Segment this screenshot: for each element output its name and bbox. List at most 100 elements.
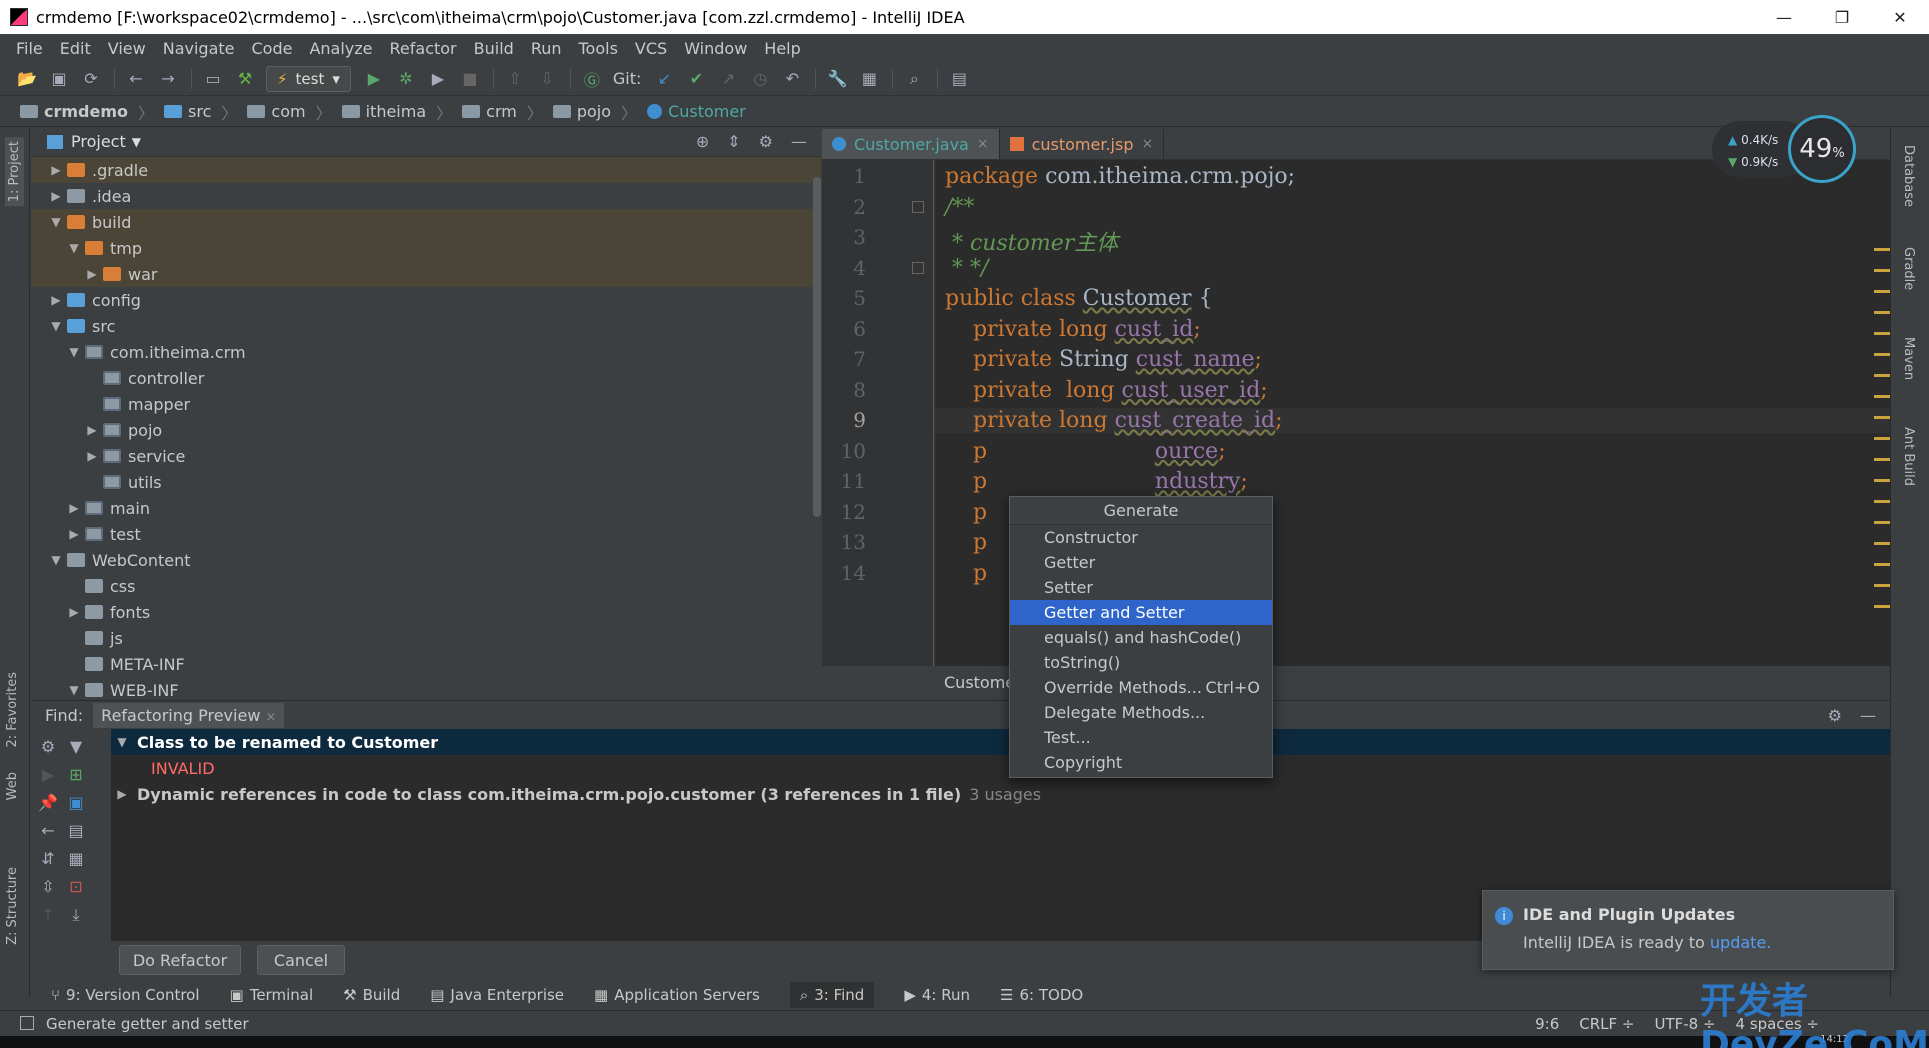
rerun-icon[interactable]: ▶ xyxy=(37,765,59,787)
back-icon[interactable]: ← xyxy=(125,68,147,90)
chevron-down-icon[interactable]: ▼ xyxy=(45,215,67,229)
fold-marker-icon[interactable] xyxy=(912,261,924,274)
expand-all-icon[interactable]: ⇵ xyxy=(37,849,59,871)
expand-arrow-icon[interactable]: ▼ xyxy=(111,735,133,749)
tree-item[interactable]: ▼ src xyxy=(31,313,821,339)
menu-tools[interactable]: Tools xyxy=(579,39,618,58)
chevron-right-icon[interactable]: ▶ xyxy=(45,163,67,177)
tab-database[interactable]: Database xyxy=(1901,145,1916,207)
crumb-crm[interactable]: crm xyxy=(462,102,517,121)
scrollbar[interactable] xyxy=(813,177,821,517)
jrebel-icon[interactable]: Ⓖ xyxy=(581,68,603,90)
menu-build[interactable]: Build xyxy=(474,39,514,58)
caret-position[interactable]: 9:6 xyxy=(1535,1015,1559,1033)
chevron-down-icon[interactable]: ▼ xyxy=(45,319,67,333)
group-icon[interactable]: ⊞ xyxy=(65,765,87,787)
save-icon[interactable]: ▣ xyxy=(48,68,70,90)
generate-menu-item[interactable]: Constructor xyxy=(1010,525,1272,550)
generate-menu-item[interactable]: Setter xyxy=(1010,575,1272,600)
generate-menu-item[interactable]: Copyright xyxy=(1010,750,1272,775)
gear-icon[interactable]: ⚙ xyxy=(37,737,59,759)
git-push-icon[interactable]: ↗ xyxy=(717,68,739,90)
generate-menu-item[interactable]: toString() xyxy=(1010,650,1272,675)
tree-item[interactable]: ▶ service xyxy=(31,443,821,469)
tab-refactoring-preview[interactable]: Refactoring Preview × xyxy=(93,702,285,728)
generate-menu-item[interactable]: equals() and hashCode() xyxy=(1010,625,1272,650)
chevron-right-icon[interactable]: ▶ xyxy=(81,267,103,281)
history-icon[interactable]: ◷ xyxy=(749,68,771,90)
tab-web[interactable]: Web xyxy=(5,772,20,800)
pin-icon[interactable]: 📌 xyxy=(37,793,59,815)
tool-window-4[interactable]: ▦ Application Servers xyxy=(594,986,760,1004)
up-icon[interactable]: ↑ xyxy=(37,905,59,927)
build-hammer-icon[interactable]: ⚒ xyxy=(234,68,256,90)
crumb-project[interactable]: crmdemo xyxy=(20,102,128,121)
close-icon[interactable]: × xyxy=(977,136,989,152)
chevron-down-icon[interactable]: ▼ xyxy=(132,135,141,149)
download-icon[interactable]: ⇩ xyxy=(536,68,558,90)
tree-item[interactable]: ▼ com.itheima.crm xyxy=(31,339,821,365)
generate-menu-item[interactable]: Test... xyxy=(1010,725,1272,750)
tool-window-2[interactable]: ⚒ Build xyxy=(343,986,400,1004)
project-structure-icon[interactable]: ▦ xyxy=(858,68,880,90)
chevron-right-icon[interactable]: ▶ xyxy=(81,423,103,437)
stop-icon[interactable]: ■ xyxy=(459,68,481,90)
tool-window-0[interactable]: ⑂ 9: Version Control xyxy=(51,986,200,1004)
tab-ant-build[interactable]: Ant Build xyxy=(1901,427,1916,486)
code-line[interactable]: private long cust_id; xyxy=(945,317,1201,342)
tool-window-1[interactable]: ▣ Terminal xyxy=(230,986,314,1004)
find-row-rename[interactable]: ▼ Class to be renamed to Customer xyxy=(111,729,1890,755)
cancel-button[interactable]: Cancel xyxy=(257,945,345,975)
crumb-pojo[interactable]: pojo xyxy=(552,102,611,121)
tree-item[interactable]: mapper xyxy=(31,391,821,417)
git-commit-icon[interactable]: ✔ xyxy=(685,68,707,90)
tab-project[interactable]: 1: Project xyxy=(5,137,24,207)
tab-customer-jsp[interactable]: customer.jsp × xyxy=(1000,129,1165,159)
tree-item[interactable]: controller xyxy=(31,365,821,391)
crumb-customer[interactable]: Customer xyxy=(647,102,746,121)
chevron-right-icon[interactable]: ▶ xyxy=(63,501,85,515)
menu-file[interactable]: File xyxy=(16,39,43,58)
code-line[interactable]: private long cust_create_id; xyxy=(935,408,1890,433)
code-line[interactable]: private String cust_name; xyxy=(945,347,1262,372)
error-stripe[interactable] xyxy=(1874,160,1892,666)
status-toggle-icon[interactable] xyxy=(20,1016,34,1030)
hide-icon[interactable]: — xyxy=(791,132,807,151)
chevron-right-icon[interactable]: ▶ xyxy=(45,189,67,203)
tree-item[interactable]: ▶ .gradle xyxy=(31,157,821,183)
generate-menu-item[interactable]: Getter and Setter xyxy=(1010,600,1272,625)
collapse-icon[interactable]: ⇕ xyxy=(727,132,740,151)
chevron-down-icon[interactable]: ▼ xyxy=(63,345,85,359)
structure-icon[interactable]: ▭ xyxy=(202,68,224,90)
tool-window-5[interactable]: ⌕ 3: Find xyxy=(789,982,875,1008)
chevron-down-icon[interactable]: ▼ xyxy=(45,553,67,567)
code-line[interactable]: /** xyxy=(945,195,974,220)
run-icon[interactable]: ▶ xyxy=(363,68,385,90)
code-line[interactable]: p ource; xyxy=(945,439,1226,464)
coverage-icon[interactable]: ▶ xyxy=(427,68,449,90)
maximize-button[interactable]: ❐ xyxy=(1813,0,1871,34)
code-line[interactable]: private long cust_user_id; xyxy=(945,378,1268,403)
do-refactor-button[interactable]: Do Refactor xyxy=(119,945,241,975)
tree-item[interactable]: ▶ fonts xyxy=(31,599,821,625)
filter-icon[interactable]: ▼ xyxy=(65,737,87,759)
crumb-itheima[interactable]: itheima xyxy=(341,102,426,121)
update-link[interactable]: update. xyxy=(1710,933,1771,952)
exclude-icon[interactable]: ⊡ xyxy=(65,877,87,899)
menu-analyze[interactable]: Analyze xyxy=(309,39,372,58)
tree-item[interactable]: META-INF xyxy=(31,651,821,677)
sync-icon[interactable]: ⟳ xyxy=(80,68,102,90)
upload-icon[interactable]: ⇧ xyxy=(504,68,526,90)
chevron-down-icon[interactable]: ▼ xyxy=(63,683,85,697)
chevron-right-icon[interactable]: ▶ xyxy=(45,293,67,307)
find-row-invalid[interactable]: INVALID xyxy=(111,755,1890,781)
tree-icon[interactable]: ▤ xyxy=(65,821,87,843)
menu-vcs[interactable]: VCS xyxy=(635,39,667,58)
export-icon[interactable]: ⤓ xyxy=(65,905,87,927)
tree-item[interactable]: utils xyxy=(31,469,821,495)
chevron-right-icon[interactable]: ▶ xyxy=(81,449,103,463)
open-folder-icon[interactable]: 📂 xyxy=(16,68,38,90)
forward-icon[interactable]: → xyxy=(157,68,179,90)
chevron-down-icon[interactable]: ▼ xyxy=(63,241,85,255)
revert-icon[interactable]: ↶ xyxy=(781,68,803,90)
